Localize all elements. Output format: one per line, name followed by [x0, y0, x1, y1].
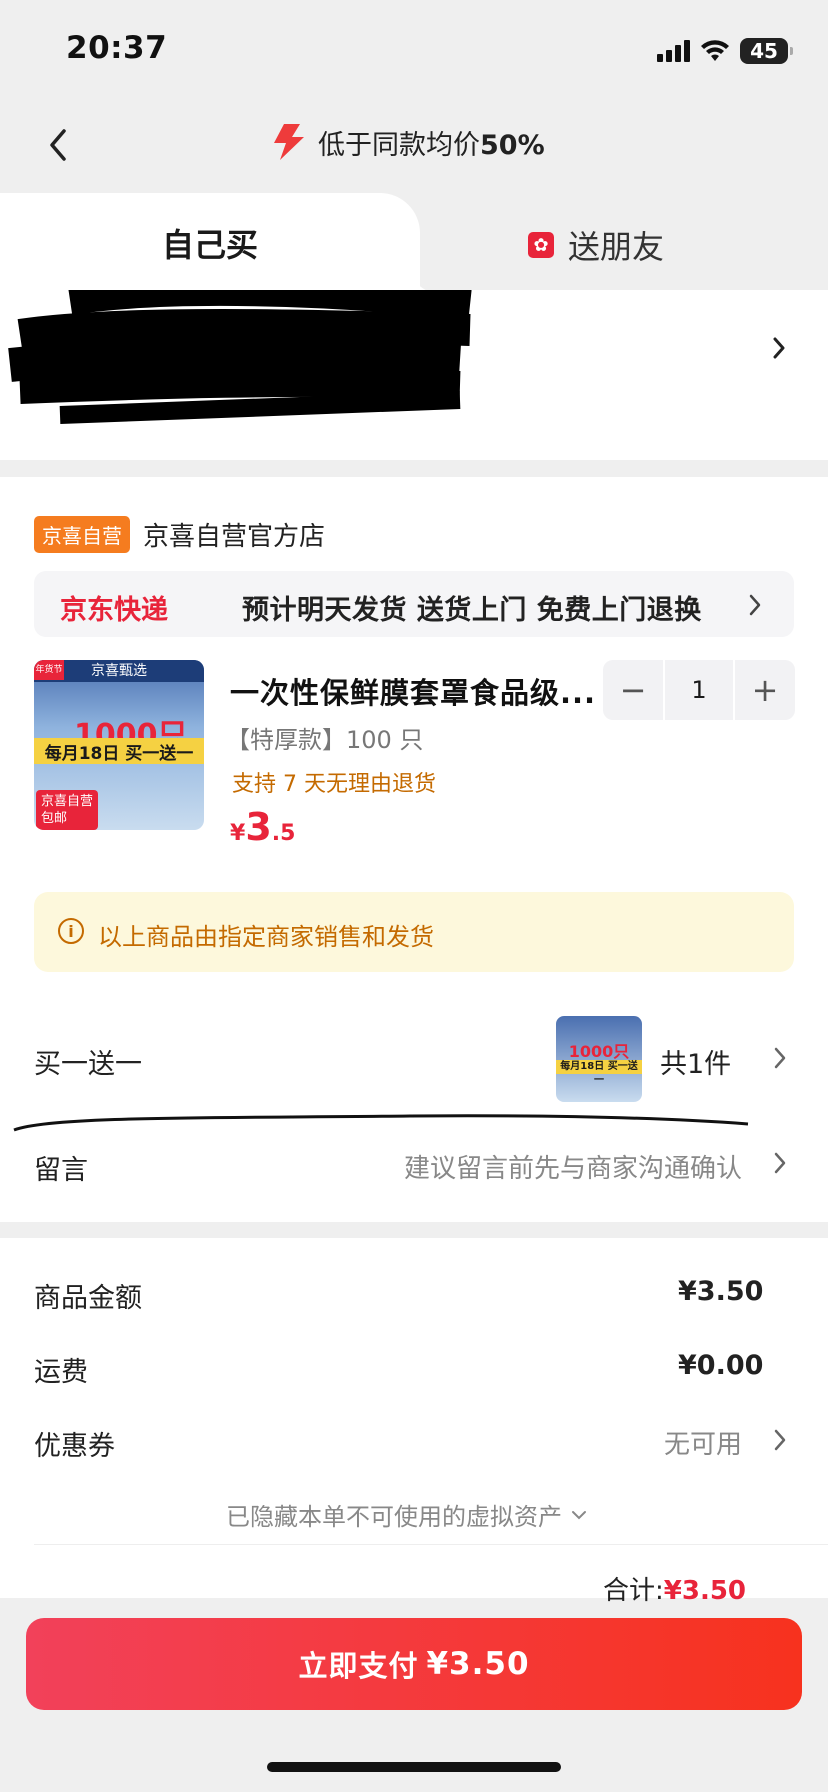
thumb-badge: 京喜自营 包邮 — [36, 790, 99, 830]
tab-buy-self-label: 自己买 — [161, 226, 258, 264]
product-spec[interactable]: 【特厚款】100 只 — [226, 720, 423, 755]
coupon-label: 优惠券 — [34, 1431, 115, 1462]
chevron-right-icon[interactable] — [773, 1047, 787, 1069]
message-label: 留言 — [34, 1155, 88, 1186]
gift-thumbnail[interactable]: 1000只 每月18日 买一送一 — [556, 1016, 642, 1102]
product-title[interactable]: 一次性保鲜膜套罩食品级... — [230, 670, 596, 712]
gift-icon: ✿ — [528, 232, 554, 258]
gift-count[interactable]: 共1件 — [660, 1042, 731, 1081]
pay-now-button[interactable]: 立即支付 ¥3.50 — [26, 1618, 802, 1710]
product-price: ¥3.5 — [230, 805, 296, 849]
hidden-assets-toggle[interactable]: 已隐藏本单不可使用的虚拟资产 — [226, 1497, 588, 1532]
delivery-info: 预计明天发货 送货上门 免费上门退换 — [242, 595, 702, 626]
pay-button-label: 立即支付 — [298, 1649, 419, 1683]
thumb-tag: 年货节 — [34, 660, 64, 680]
battery-icon: 45 — [740, 38, 793, 64]
redaction-scribble — [8, 290, 472, 424]
info-icon: i — [58, 918, 84, 944]
chevron-right-icon — [773, 337, 785, 359]
header-title-text: 低于同款均价50% — [318, 129, 545, 161]
chevron-down-icon — [572, 1510, 586, 1519]
status-time: 20:37 — [66, 30, 168, 66]
total-value: ¥3.50 — [663, 1576, 747, 1606]
tab-send-friend[interactable]: ✿ 送朋友 — [528, 222, 664, 268]
divider — [34, 1544, 828, 1545]
goods-amount-value: ¥3.50 — [678, 1276, 764, 1307]
lightning-icon — [274, 124, 304, 160]
return-policy: 支持 7 天无理由退货 — [232, 772, 436, 797]
header-title: 低于同款均价50% — [270, 122, 545, 162]
cellular-signal-icon — [657, 40, 690, 62]
store-badge: 京喜自营 — [34, 516, 130, 553]
chevron-right-icon[interactable] — [773, 1429, 787, 1451]
gift-thumb-banner: 每月18日 买一送一 — [556, 1060, 642, 1086]
tab-send-friend-label: 送朋友 — [568, 228, 665, 266]
hand-drawn-line — [13, 1114, 749, 1132]
chevron-right-icon[interactable] — [773, 1152, 787, 1174]
gift-thumb-count: 1000只 — [568, 1042, 630, 1061]
gift-label: 买一送一 — [34, 1049, 142, 1080]
order-total: 合计:¥3.50 — [603, 1570, 746, 1607]
decrease-button[interactable]: − — [603, 660, 663, 720]
message-input[interactable]: 建议留言前先与商家沟通确认 — [404, 1148, 742, 1185]
seller-note-text: 以上商品由指定商家销售和发货 — [98, 923, 434, 951]
delivery-brand: 京东快递 — [60, 595, 168, 626]
product-thumbnail[interactable]: 京喜甄选 年货节 1000只 每月18日 买一送一 京喜自营 包邮 — [34, 660, 204, 830]
quantity-value[interactable]: 1 — [663, 660, 735, 720]
status-icons: 45 — [657, 38, 793, 64]
thumb-banner: 每月18日 买一送一 — [34, 738, 204, 764]
total-label: 合计: — [603, 1576, 664, 1606]
wifi-icon — [701, 40, 729, 61]
quantity-stepper[interactable]: − 1 + — [603, 660, 795, 720]
shipping-label: 运费 — [34, 1357, 88, 1388]
pay-button-amount: ¥3.50 — [426, 1646, 530, 1682]
shipping-value: ¥0.00 — [678, 1350, 764, 1381]
store-name[interactable]: 京喜自营官方店 — [143, 516, 325, 553]
tab-buy-self[interactable]: 自己买 — [0, 193, 420, 293]
goods-amount-label: 商品金额 — [34, 1283, 142, 1314]
coupon-value[interactable]: 无可用 — [664, 1424, 742, 1461]
chevron-right-icon — [749, 594, 761, 616]
hidden-assets-text: 已隐藏本单不可使用的虚拟资产 — [226, 1503, 562, 1531]
home-indicator[interactable] — [267, 1762, 561, 1772]
back-button[interactable] — [44, 125, 74, 165]
increase-button[interactable]: + — [735, 660, 795, 720]
